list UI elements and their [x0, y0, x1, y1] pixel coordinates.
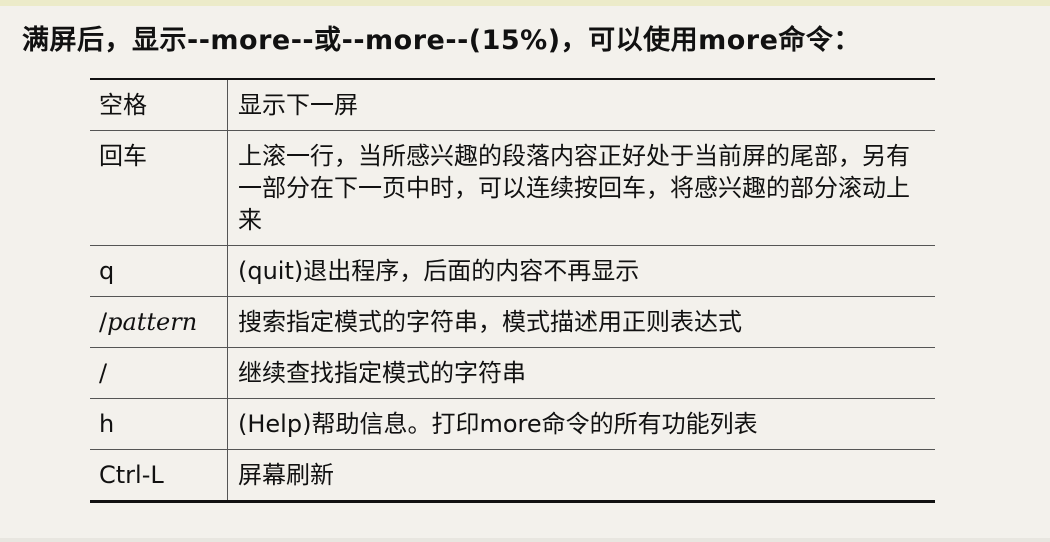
key-slash: /	[99, 308, 108, 336]
desc-cell: (Help)帮助信息。打印more命令的所有功能列表	[227, 398, 935, 450]
more-command-table: 空格 显示下一屏 回车 上滚一行，当所感兴趣的段落内容正好处于当前屏的尾部，另有…	[90, 78, 935, 503]
table-row: Ctrl-L 屏幕刷新	[90, 449, 935, 503]
desc-cell: (quit)退出程序，后面的内容不再显示	[227, 245, 935, 297]
key-cell: /	[90, 347, 228, 399]
table-row: 回车 上滚一行，当所感兴趣的段落内容正好处于当前屏的尾部，另有一部分在下一页中时…	[90, 130, 935, 246]
desc-cell: 搜索指定模式的字符串，模式描述用正则表达式	[227, 296, 935, 348]
table-row: / 继续查找指定模式的字符串	[90, 347, 935, 399]
key-cell: h	[90, 398, 228, 450]
key-cell: Ctrl-L	[90, 449, 228, 503]
key-cell: q	[90, 245, 228, 297]
key-cell: 回车	[90, 130, 228, 246]
page-heading: 满屏后，显示--more--或--more--(15%)，可以使用more命令：	[22, 25, 861, 56]
table-row: /pattern 搜索指定模式的字符串，模式描述用正则表达式	[90, 296, 935, 348]
desc-cell: 屏幕刷新	[227, 449, 935, 503]
table-row: h (Help)帮助信息。打印more命令的所有功能列表	[90, 398, 935, 450]
desc-cell: 上滚一行，当所感兴趣的段落内容正好处于当前屏的尾部，另有一部分在下一页中时，可以…	[227, 130, 935, 246]
table-row: q (quit)退出程序，后面的内容不再显示	[90, 245, 935, 297]
key-cell: 空格	[90, 78, 228, 131]
top-band	[0, 0, 1050, 6]
desc-cell: 继续查找指定模式的字符串	[227, 347, 935, 399]
key-cell: /pattern	[90, 296, 228, 348]
table-row: 空格 显示下一屏	[90, 78, 935, 131]
bottom-band	[0, 538, 1050, 542]
desc-cell: 显示下一屏	[227, 78, 935, 131]
key-pattern-italic: pattern	[107, 308, 198, 336]
